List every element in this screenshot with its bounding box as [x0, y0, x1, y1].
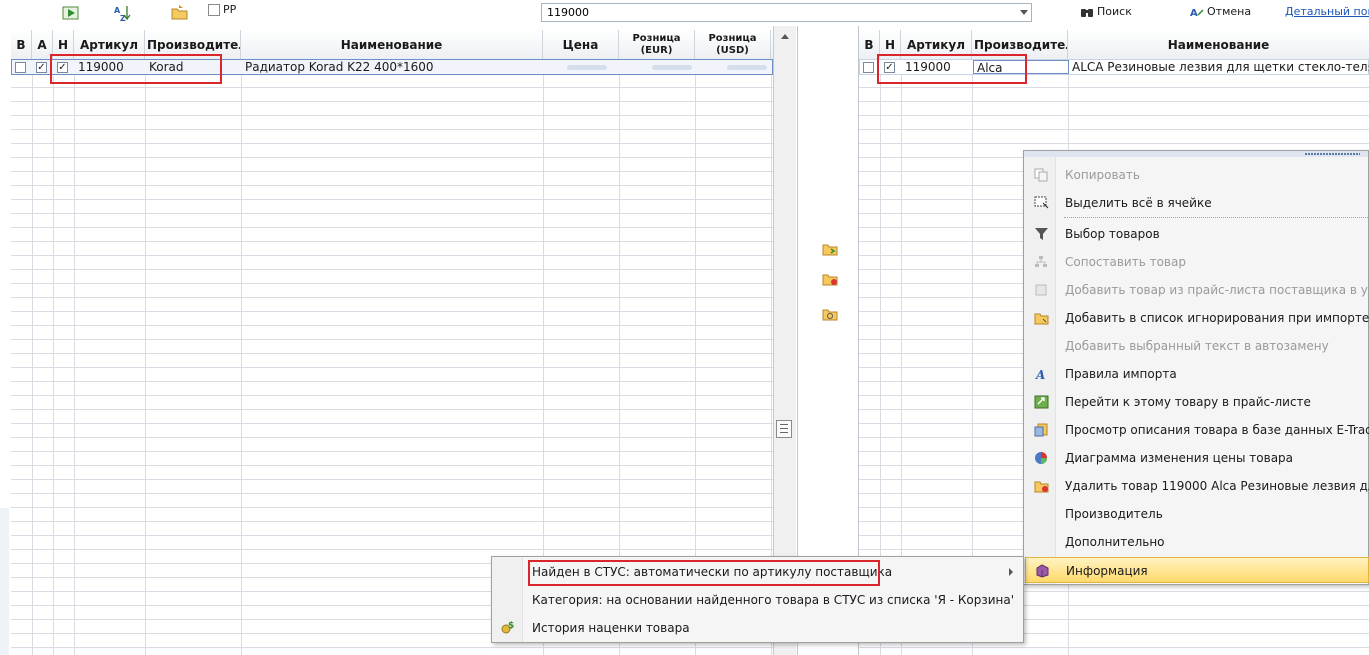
scroll-up-icon[interactable] — [781, 34, 789, 39]
svg-text:A: A — [1035, 368, 1045, 381]
row-checkbox-h[interactable]: ✓ — [884, 62, 895, 73]
col-header-b[interactable]: В — [859, 30, 880, 60]
add-goods-icon — [1035, 284, 1047, 296]
detailed-search-link[interactable]: Детальный поиск — [1285, 5, 1369, 18]
cell-article[interactable]: 119000 — [75, 60, 146, 74]
cancel-button-label: Отмена — [1207, 5, 1252, 18]
col-header-b[interactable]: В — [11, 30, 32, 60]
col-header-retail-usd[interactable]: Розница (USD) — [695, 30, 771, 60]
folder-delete-icon — [1034, 481, 1049, 493]
col-header-name[interactable]: Наименование — [241, 30, 543, 60]
cell-name[interactable]: ALCA Резиновые лезвия для щетки стекло-т… — [1069, 60, 1369, 74]
cancel-search-icon: A — [1190, 8, 1204, 18]
col-header-h[interactable]: Н — [880, 30, 901, 60]
col-header-retail-eur[interactable]: Розница (EUR) — [619, 30, 695, 60]
svg-text:$: $ — [508, 621, 514, 631]
filter-icon — [1035, 228, 1048, 240]
row-checkbox-a[interactable]: ✓ — [36, 62, 47, 73]
money-history-icon: $ — [501, 621, 514, 634]
right-grid-header: В Н Артикул Производитель Наименование — [859, 30, 1369, 60]
menu-item-copy[interactable]: Копировать — [1025, 162, 1369, 188]
refresh-play-icon[interactable] — [62, 4, 80, 22]
submenu-item-found-in-stus[interactable]: Найден в СТУС: автоматически по артикулу… — [532, 565, 892, 579]
binoculars-icon — [1081, 8, 1093, 17]
folder-search-icon[interactable] — [822, 307, 838, 321]
folder-delete-icon[interactable] — [822, 272, 838, 286]
menu-item-information[interactable]: Информация — [1025, 557, 1369, 583]
folder-arrow-icon[interactable] — [822, 242, 838, 256]
menu-item-add-autoreplace[interactable]: Добавить выбранный текст в автозамену — [1025, 333, 1369, 359]
search-button[interactable]: Поиск — [1080, 5, 1132, 18]
col-header-manufacturer[interactable]: Производитель — [972, 30, 1068, 60]
information-submenu: Найден в СТУС: автоматически по артикулу… — [491, 556, 1024, 643]
scroll-grip[interactable] — [776, 420, 792, 438]
menu-item-select-goods[interactable]: Выбор товаров — [1025, 221, 1369, 247]
col-header-manufacturer[interactable]: Производитель — [145, 30, 241, 60]
context-menu-grip[interactable] — [1024, 151, 1368, 157]
col-header-a[interactable]: А — [32, 30, 53, 60]
menu-item-add-from-pricelist[interactable]: Добавить товар из прайс-листа поставщика… — [1025, 277, 1369, 303]
pricelist-goto-icon — [1034, 395, 1049, 409]
open-folder-icon[interactable] — [171, 4, 189, 22]
search-input[interactable] — [542, 4, 1012, 21]
menu-item-add-ignore-list[interactable]: Добавить в список игнорирования при импо… — [1025, 305, 1369, 331]
context-menu: Копировать Выделить всё в ячейке Выбор т… — [1023, 150, 1369, 585]
search-combobox[interactable] — [541, 3, 1032, 22]
submenu-item-markup-history[interactable]: История наценки товара — [532, 621, 690, 635]
svg-text:Z: Z — [120, 14, 126, 22]
select-all-icon — [1034, 196, 1049, 209]
menu-item-import-rules[interactable]: A Правила импорта — [1025, 361, 1369, 387]
menu-item-goto-pricelist[interactable]: Перейти к этому товару в прайс-листе — [1025, 389, 1369, 415]
toolbar: A Z PP Поиск A Отмена Детальный поиск — [0, 0, 1369, 26]
blurred-retail-usd — [727, 65, 767, 70]
import-rules-icon: A — [1035, 368, 1045, 381]
chevron-down-icon[interactable] — [1020, 10, 1028, 15]
menu-item-manufacturer[interactable]: Производитель — [1025, 501, 1369, 527]
menu-item-delete-goods[interactable]: Удалить товар 119000 Alca Резиновые лезв… — [1025, 473, 1369, 499]
sort-az-icon[interactable]: A Z — [113, 4, 131, 22]
menu-item-view-description[interactable]: Просмотр описания товара в базе данных E… — [1025, 417, 1369, 443]
cell-name[interactable]: Радиатор Korad K22 400*1600 — [242, 60, 544, 74]
pp-label: PP — [223, 3, 237, 16]
row-checkbox-b[interactable] — [15, 62, 26, 73]
col-header-h[interactable]: Н — [53, 30, 74, 60]
left-panel-edge — [0, 508, 9, 655]
copy-icon — [1034, 168, 1048, 182]
row-checkbox-h[interactable]: ✓ — [57, 62, 68, 73]
svg-text:A: A — [1190, 8, 1198, 18]
chevron-right-icon[interactable] — [1009, 568, 1013, 576]
col-header-price[interactable]: Цена — [543, 30, 619, 60]
table-row[interactable]: ✓ 119000 Alca ALCA Резиновые лезвия для … — [859, 59, 1369, 75]
menu-item-additional[interactable]: Дополнительно — [1025, 529, 1369, 555]
row-checkbox-b[interactable] — [863, 62, 874, 73]
menu-item-price-chart[interactable]: Диаграмма изменения цены товара — [1025, 445, 1369, 471]
database-doc-icon — [1034, 423, 1048, 437]
submenu-item-category[interactable]: Категория: на основании найденного товар… — [532, 593, 1014, 607]
col-header-article[interactable]: Артикул — [901, 30, 972, 60]
left-grid-header: В А Н Артикул Производитель Наименование… — [11, 30, 773, 60]
cancel-button[interactable]: A Отмена — [1190, 5, 1251, 18]
blurred-price — [567, 65, 607, 70]
hierarchy-icon — [1035, 256, 1047, 267]
pp-checkbox[interactable] — [208, 4, 220, 16]
search-button-label: Поиск — [1097, 5, 1132, 18]
info-box-icon — [1036, 564, 1049, 578]
blurred-retail-eur — [652, 65, 692, 70]
col-header-article[interactable]: Артикул — [74, 30, 145, 60]
cell-article[interactable]: 119000 — [902, 60, 973, 74]
pie-chart-icon — [1035, 452, 1047, 464]
folder-ignore-icon — [1034, 313, 1049, 325]
cell-manufacturer[interactable]: Alca — [973, 60, 1069, 74]
col-header-name[interactable]: Наименование — [1068, 30, 1369, 60]
table-row[interactable]: ✓ ✓ 119000 Korad Радиатор Korad K22 400*… — [11, 59, 773, 75]
menu-item-match-goods[interactable]: Сопоставить товар — [1025, 249, 1369, 275]
cell-manufacturer[interactable]: Korad — [146, 60, 242, 74]
menu-item-select-all[interactable]: Выделить всё в ячейке — [1025, 190, 1369, 216]
